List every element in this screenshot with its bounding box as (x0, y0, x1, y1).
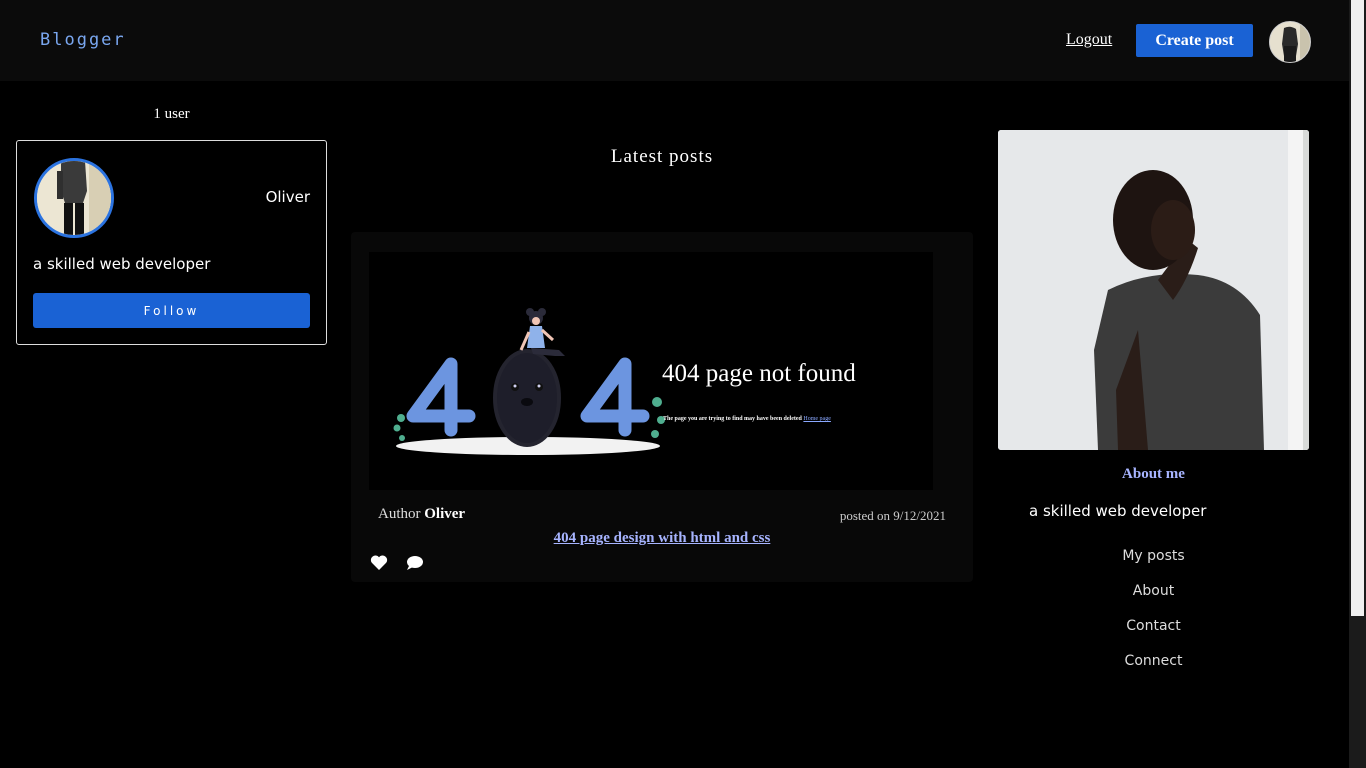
create-post-button[interactable]: Create post (1136, 24, 1253, 57)
profile-photo-image (998, 130, 1309, 450)
post-thumbnail[interactable]: 404 page not found The page you are tryi… (369, 252, 933, 490)
link-connect[interactable]: Connect (998, 653, 1309, 688)
post-title-link[interactable]: 404 page design with html and css (351, 530, 973, 547)
link-about[interactable]: About (998, 583, 1309, 618)
avatar[interactable] (1269, 21, 1311, 63)
user-card: Oliver a skilled web developer Follow (16, 140, 327, 345)
post-author-name[interactable]: Oliver (424, 506, 465, 522)
user-photo (1270, 22, 1310, 62)
brand-logo[interactable]: Blogger (40, 30, 126, 50)
page-scrollbar[interactable] (1349, 0, 1366, 768)
post-image-subtitle: The page you are trying to find may have… (663, 416, 831, 422)
scrollbar-thumb[interactable] (1351, 0, 1364, 616)
post-card: 404 page not found The page you are tryi… (351, 232, 973, 582)
home-page-link[interactable]: Home page (803, 416, 831, 422)
user-count: 1 user (153, 106, 190, 122)
post-date: posted on 9/12/2021 (839, 508, 946, 523)
user-name[interactable]: Oliver (266, 188, 310, 206)
comment-icon[interactable] (406, 555, 424, 571)
user-bio: a skilled web developer (33, 255, 211, 273)
user-avatar[interactable] (34, 158, 114, 238)
post-author: Author Oliver (378, 506, 466, 522)
post-image-title: 404 page not found (662, 360, 856, 387)
link-contact[interactable]: Contact (998, 618, 1309, 653)
about-me-text: a skilled web developer (1029, 502, 1207, 520)
heart-icon[interactable] (370, 554, 388, 571)
link-my-posts[interactable]: My posts (998, 548, 1309, 583)
profile-photo (998, 130, 1309, 450)
top-navbar: Blogger Logout Create post (0, 0, 1349, 81)
user-photo (37, 161, 111, 235)
follow-button[interactable]: Follow (33, 293, 310, 328)
about-me-heading: About me (1122, 466, 1185, 482)
profile-links: My posts About Contact Connect (998, 548, 1309, 688)
logout-link[interactable]: Logout (1066, 31, 1112, 49)
page-title: Latest posts (610, 146, 714, 167)
